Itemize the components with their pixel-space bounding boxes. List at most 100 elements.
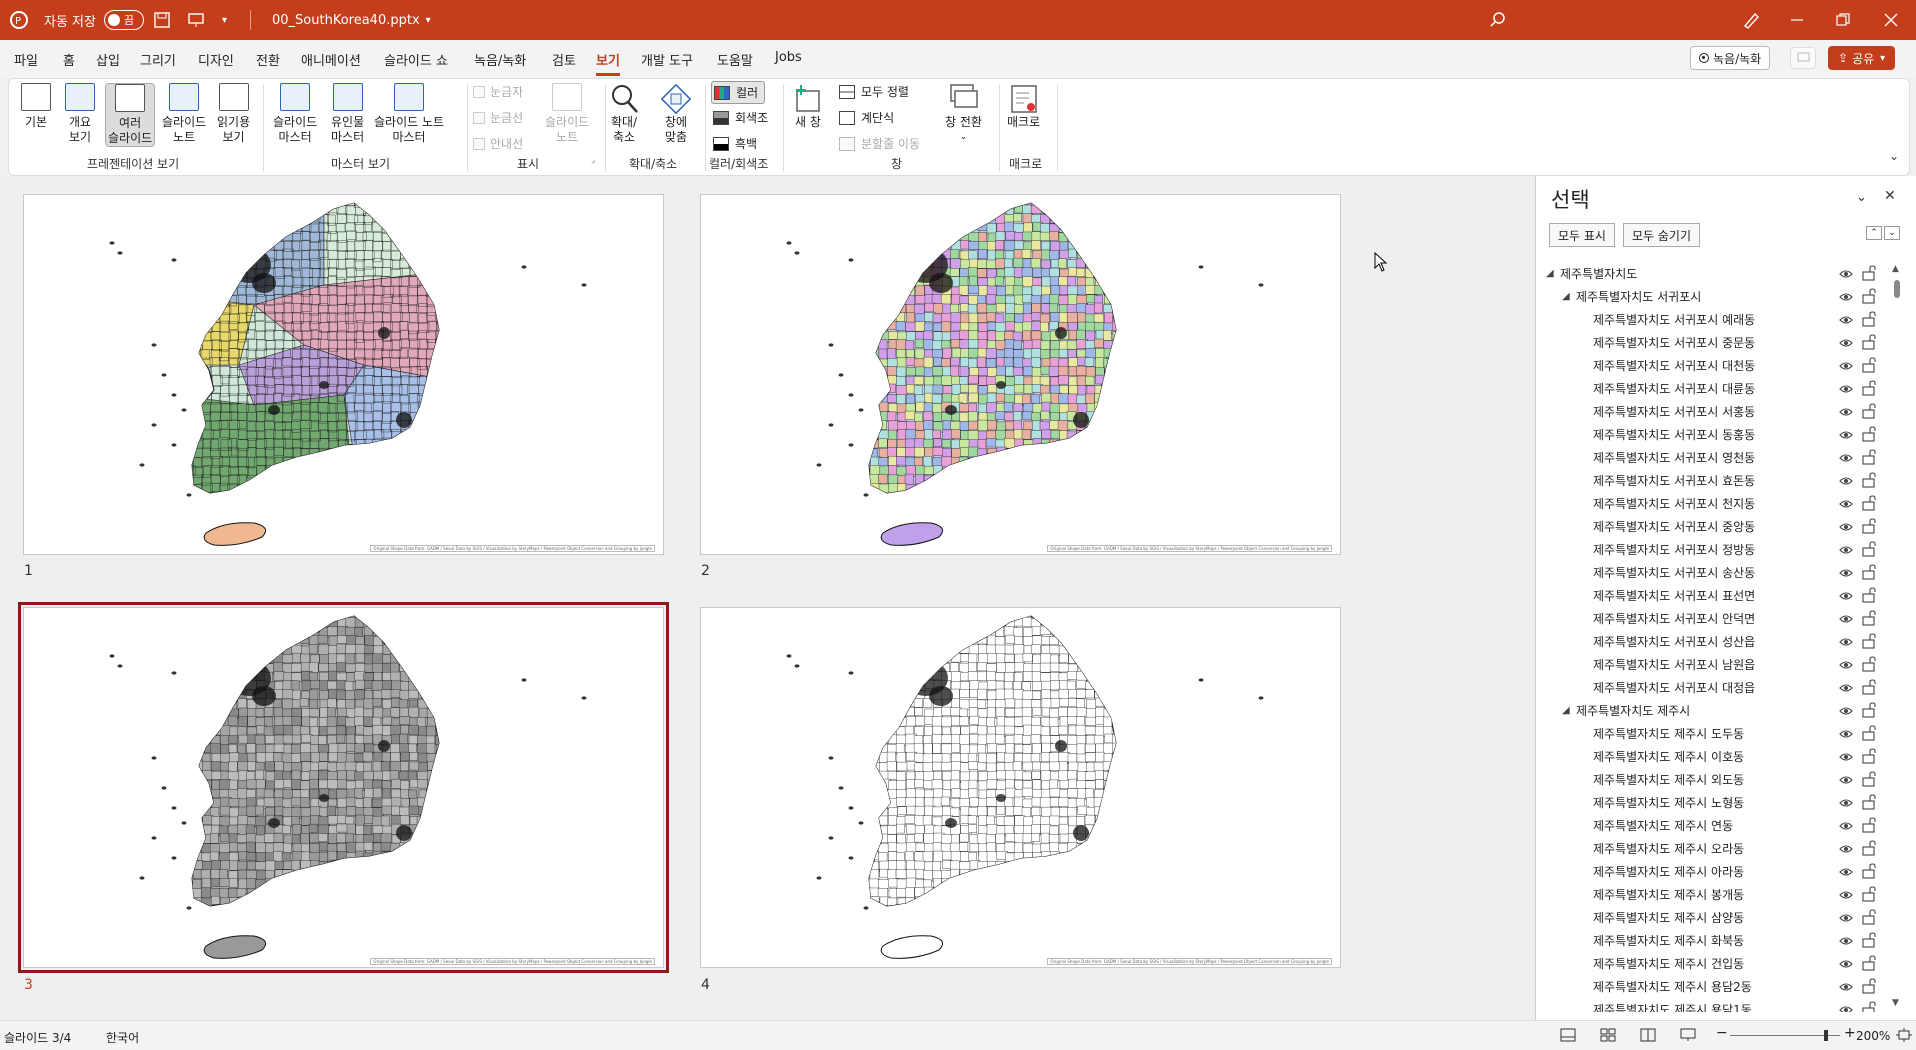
lock-icon[interactable] — [1862, 978, 1876, 994]
lock-icon[interactable] — [1862, 702, 1876, 718]
selection-tree-item[interactable]: 제주특별자치도 서귀포시 효돈동 — [1536, 469, 1896, 492]
selection-tree-item[interactable]: 제주특별자치도 제주시 외도동 — [1536, 768, 1896, 791]
visibility-eye-icon[interactable] — [1839, 612, 1853, 626]
selection-tree-item[interactable]: 제주특별자치도 제주시 연동 — [1536, 814, 1896, 837]
lock-icon[interactable] — [1862, 610, 1876, 626]
hide-all-button[interactable]: 모두 숨기기 — [1623, 223, 1701, 247]
visibility-eye-icon[interactable] — [1839, 635, 1853, 649]
lock-icon[interactable] — [1862, 886, 1876, 902]
pane-scrollbar[interactable]: ▲ ▼ — [1890, 264, 1904, 1014]
visibility-eye-icon[interactable] — [1839, 382, 1853, 396]
selection-tree-item[interactable]: 제주특별자치도 제주시 오라동 — [1536, 837, 1896, 860]
visibility-eye-icon[interactable] — [1839, 934, 1853, 948]
slide-master-button[interactable]: 슬라이드 마스터 — [273, 83, 317, 145]
lock-icon[interactable] — [1862, 633, 1876, 649]
visibility-eye-icon[interactable] — [1839, 336, 1853, 350]
notes-master-button[interactable]: 슬라이드 노트 마스터 — [374, 83, 444, 145]
customize-qat-icon[interactable]: ▾ — [222, 0, 227, 40]
search-icon[interactable] — [1490, 0, 1506, 40]
selection-tree-item[interactable]: 제주특별자치도 서귀포시 송산동 — [1536, 561, 1896, 584]
slide-thumbnail-2[interactable]: Original Shape Data from: GADM / Seoul D… — [700, 194, 1341, 555]
expand-arrow-icon[interactable]: ◢ — [1562, 705, 1570, 716]
selection-tree-item[interactable]: 제주특별자치도 제주시 도두동 — [1536, 722, 1896, 745]
filename[interactable]: 00_SouthKorea40.pptx ▾ — [272, 0, 431, 40]
lock-icon[interactable] — [1862, 679, 1876, 695]
fit-to-window-button[interactable]: 창에 맞춤 — [661, 83, 691, 145]
notes-page-button[interactable]: 슬라이드 노트 — [162, 83, 206, 145]
visibility-eye-icon[interactable] — [1839, 1003, 1853, 1012]
lock-icon[interactable] — [1862, 288, 1876, 304]
visibility-eye-icon[interactable] — [1839, 543, 1853, 557]
selection-tree-item[interactable]: 제주특별자치도 제주시 용담2동 — [1536, 975, 1896, 998]
visibility-eye-icon[interactable] — [1839, 474, 1853, 488]
lock-icon[interactable] — [1862, 794, 1876, 810]
selection-tree-item[interactable]: 제주특별자치도 제주시 화북동 — [1536, 929, 1896, 952]
visibility-eye-icon[interactable] — [1839, 704, 1853, 718]
slide-sorter-button[interactable]: 여러 슬라이드 — [105, 83, 156, 147]
show-all-button[interactable]: 모두 표시 — [1549, 223, 1615, 247]
visibility-eye-icon[interactable] — [1839, 451, 1853, 465]
visibility-eye-icon[interactable] — [1839, 773, 1853, 787]
close-window-icon[interactable] — [1884, 0, 1898, 40]
visibility-eye-icon[interactable] — [1839, 405, 1853, 419]
visibility-eye-icon[interactable] — [1839, 796, 1853, 810]
visibility-eye-icon[interactable] — [1839, 566, 1853, 580]
normal-view-status-icon[interactable] — [1560, 1028, 1576, 1042]
cascade-button[interactable]: 계단식 — [839, 109, 894, 126]
tab-slideshow[interactable]: 슬라이드 쇼 — [384, 50, 448, 69]
selection-tree-item[interactable]: 제주특별자치도 제주시 건입동 — [1536, 952, 1896, 975]
selection-tree-item[interactable]: 제주특별자치도 서귀포시 표선면 — [1536, 584, 1896, 607]
lock-icon[interactable] — [1862, 265, 1876, 281]
scroll-up-icon[interactable]: ▲ — [1892, 264, 1899, 274]
zoom-in-icon[interactable]: + — [1844, 1025, 1856, 1041]
scroll-thumb[interactable] — [1894, 280, 1900, 298]
lock-icon[interactable] — [1862, 771, 1876, 787]
selection-tree-item[interactable]: 제주특별자치도 제주시 아라동 — [1536, 860, 1896, 883]
selection-tree-item[interactable]: 제주특별자치도 서귀포시 남원읍 — [1536, 653, 1896, 676]
tab-review[interactable]: 검토 — [552, 50, 576, 69]
tab-draw[interactable]: 그리기 — [140, 50, 176, 69]
slide-thumbnail-1[interactable]: Original Shape Data from: GADM / Seoul D… — [23, 194, 664, 555]
tab-design[interactable]: 디자인 — [198, 50, 234, 69]
lock-icon[interactable] — [1862, 1001, 1876, 1012]
selection-tree-item[interactable]: 제주특별자치도 서귀포시 영천동 — [1536, 446, 1896, 469]
selection-tree-item[interactable]: 제주특별자치도 서귀포시 중앙동 — [1536, 515, 1896, 538]
visibility-eye-icon[interactable] — [1839, 497, 1853, 511]
selection-tree-item[interactable]: 제주특별자치도 제주시 삼양동 — [1536, 906, 1896, 929]
arrange-all-button[interactable]: 모두 정렬 — [839, 83, 909, 100]
visibility-eye-icon[interactable] — [1839, 313, 1853, 327]
save-icon[interactable] — [154, 0, 170, 40]
lock-icon[interactable] — [1862, 909, 1876, 925]
collapse-ribbon-icon[interactable]: ⌄ — [1889, 149, 1899, 163]
ruler-checkbox[interactable]: 눈금자 — [473, 83, 523, 100]
send-backward-icon[interactable]: ⌄ — [1884, 226, 1900, 240]
selection-tree-item[interactable]: 제주특별자치도 서귀포시 중문동 — [1536, 331, 1896, 354]
color-mode-button[interactable]: 컬러 — [711, 81, 766, 104]
language-indicator[interactable]: 한국어 — [106, 1029, 139, 1046]
selection-tree-item[interactable]: ◢ 제주특별자치도 서귀포시 — [1536, 285, 1896, 308]
move-split-button[interactable]: 분할줄 이동 — [839, 135, 920, 152]
selection-tree-item[interactable]: 제주특별자치도 제주시 봉개동 — [1536, 883, 1896, 906]
visibility-eye-icon[interactable] — [1839, 980, 1853, 994]
lock-icon[interactable] — [1862, 725, 1876, 741]
bring-forward-icon[interactable]: ⌃ — [1866, 226, 1882, 240]
new-window-button[interactable]: 새 창 — [793, 83, 823, 130]
tab-view[interactable]: 보기 — [596, 50, 620, 76]
selection-tree-item[interactable]: 제주특별자치도 제주시 용담1동 — [1536, 998, 1896, 1012]
slide-thumbnail-4[interactable]: Original Shape Data from: GADM / Seoul D… — [700, 607, 1341, 968]
selection-tree-item[interactable]: 제주특별자치도 서귀포시 대정읍 — [1536, 676, 1896, 699]
visibility-eye-icon[interactable] — [1839, 428, 1853, 442]
notes-toggle-button[interactable]: 슬라이드 노트 — [545, 83, 589, 145]
outline-view-button[interactable]: 개요 보기 — [65, 83, 95, 145]
visibility-eye-icon[interactable] — [1839, 290, 1853, 304]
grayscale-mode-button[interactable]: 회색조 — [713, 109, 768, 126]
comments-button[interactable] — [1790, 47, 1816, 69]
selection-tree-item[interactable]: 제주특별자치도 서귀포시 안덕면 — [1536, 607, 1896, 630]
macros-button[interactable]: 매크로 — [1007, 83, 1040, 130]
zoom-out-icon[interactable]: − — [1716, 1025, 1728, 1041]
lock-icon[interactable] — [1862, 817, 1876, 833]
close-pane-icon[interactable]: ✕ — [1884, 188, 1896, 204]
expand-arrow-icon[interactable]: ◢ — [1562, 291, 1570, 302]
tab-transitions[interactable]: 전환 — [256, 50, 280, 69]
reading-view-button[interactable]: 읽기용 보기 — [217, 83, 250, 145]
